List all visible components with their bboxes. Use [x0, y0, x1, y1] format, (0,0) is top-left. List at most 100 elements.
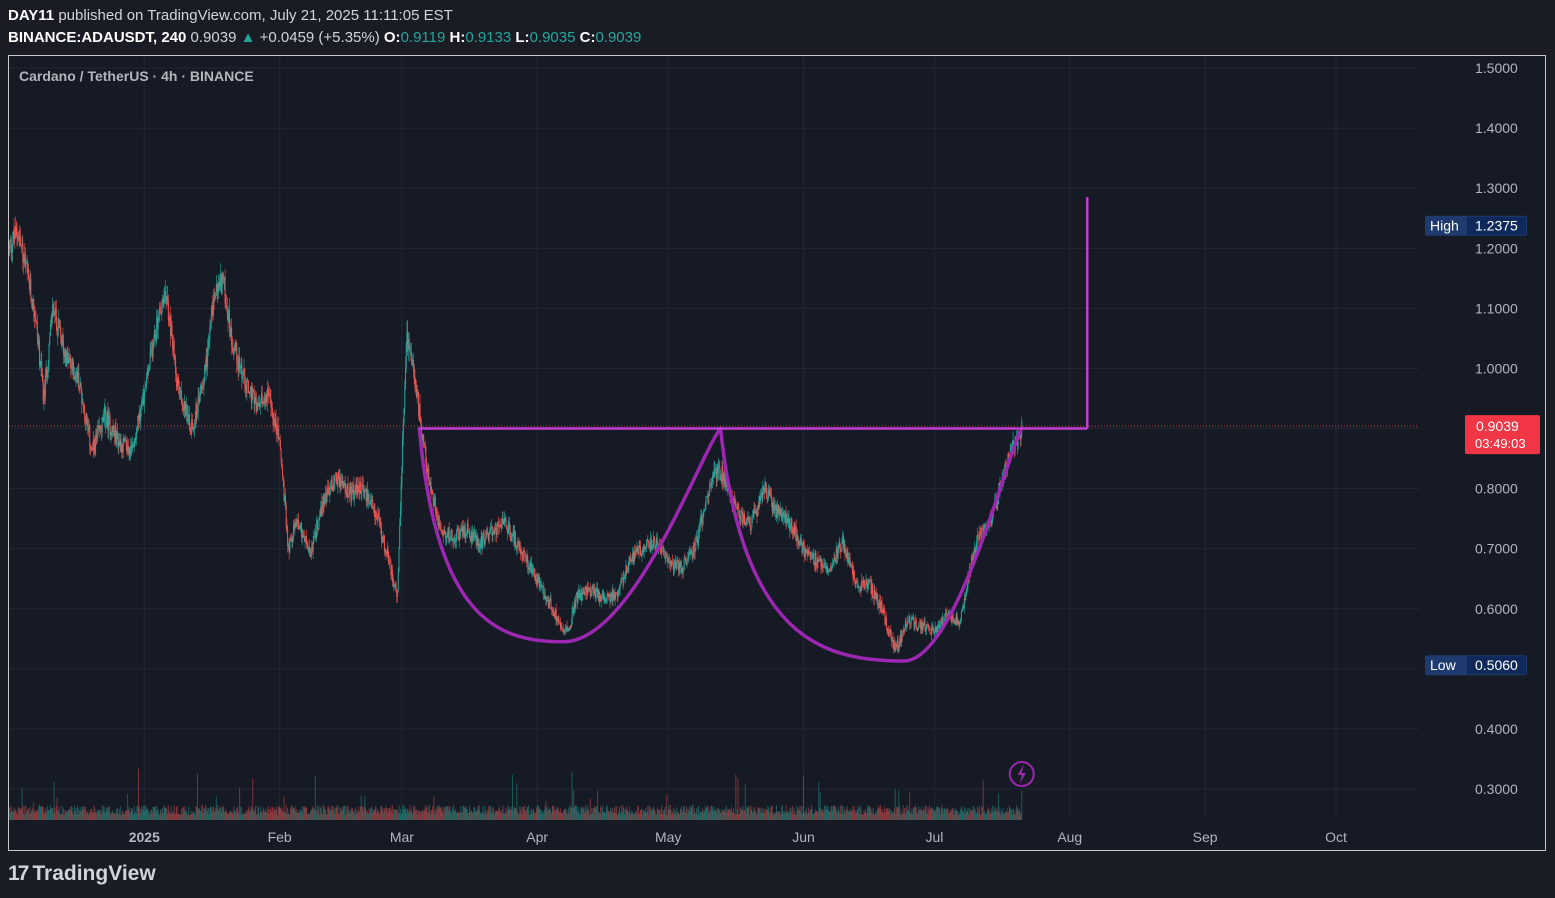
candle-body	[735, 502, 737, 508]
candle-body	[83, 405, 85, 407]
candle-body	[219, 282, 221, 288]
candle-body	[410, 351, 412, 360]
candle-body	[914, 623, 916, 628]
candle-body	[818, 560, 820, 562]
candle-body	[72, 358, 74, 371]
candle-body	[209, 327, 211, 342]
candle-body	[802, 546, 804, 554]
candle-body	[196, 413, 198, 415]
candle-body	[915, 619, 917, 628]
candle-body	[442, 534, 444, 536]
candle-body	[361, 484, 363, 494]
candle-body	[514, 531, 516, 547]
candle-body	[360, 493, 362, 495]
candle-body	[652, 547, 654, 548]
candle-body	[292, 539, 294, 542]
candle-body	[408, 338, 410, 349]
candle-body	[902, 631, 904, 637]
symbol-name[interactable]: BINANCE:ADAUSDT, 240	[8, 29, 186, 46]
candle-body	[262, 401, 264, 404]
candle-body	[682, 570, 684, 572]
candle-body	[294, 522, 296, 529]
candle-body	[210, 314, 212, 327]
candle-body	[314, 536, 316, 537]
candle-body	[925, 629, 927, 631]
x-tick-label: 2025	[129, 829, 160, 845]
candle-body	[890, 629, 892, 637]
candle-body	[704, 509, 706, 511]
candle-body	[623, 577, 625, 583]
candle-body	[557, 616, 559, 620]
candle-body	[774, 503, 776, 509]
candle-body	[529, 567, 531, 570]
candle-body	[100, 425, 102, 430]
candle-body	[93, 439, 95, 448]
candle-body	[239, 357, 241, 369]
volume-bar	[1021, 790, 1023, 820]
candle-body	[373, 506, 375, 510]
candle-body	[247, 380, 249, 393]
candle-body	[641, 551, 643, 557]
tradingview-logo[interactable]: 17 TradingView	[8, 862, 156, 886]
candle-body	[385, 550, 387, 554]
candle-body	[674, 559, 676, 566]
chart-frame[interactable]: 1.5000 1.4000 1.3000 1.2000 1.1000 1.0000 0.90…	[8, 55, 1546, 851]
open-label: O:	[383, 29, 401, 46]
candle-body	[402, 437, 404, 467]
candle-body	[961, 609, 963, 612]
candle-body	[116, 430, 118, 438]
candle-body	[60, 327, 62, 336]
candle-body	[306, 543, 308, 546]
candle-body	[717, 467, 719, 474]
candle-body	[36, 320, 38, 323]
candle-body	[44, 376, 46, 397]
candle-body	[450, 538, 452, 541]
candle-body	[571, 612, 573, 624]
candle-body	[69, 357, 71, 364]
candle-body	[784, 515, 786, 519]
candle-body	[894, 646, 896, 651]
candle-body	[960, 619, 962, 621]
author-name[interactable]: DAY11	[8, 7, 54, 24]
x-tick-label: Aug	[1057, 829, 1082, 845]
candle-body	[517, 544, 519, 548]
candle-body	[832, 564, 834, 567]
candle-body	[797, 534, 799, 542]
candle-body	[57, 328, 59, 335]
candle-body	[813, 553, 815, 565]
candle-body	[236, 342, 238, 363]
candles-group	[9, 216, 1023, 654]
candle-body	[247, 379, 249, 381]
candle-body	[501, 523, 503, 528]
candle-body	[494, 530, 496, 534]
y-tick-label: 1.4000	[1475, 120, 1518, 136]
candle-body	[310, 553, 312, 557]
candle-body	[86, 413, 88, 419]
candle-body	[216, 284, 218, 292]
candle-body	[458, 534, 460, 541]
candle-body	[144, 387, 146, 390]
change-arrow-icon: ▲	[240, 29, 256, 46]
candle-body	[907, 621, 909, 625]
last-price: 0.9039	[190, 29, 237, 46]
candle-body	[901, 635, 903, 643]
candle-body	[844, 544, 846, 554]
candle-body	[683, 558, 685, 571]
candle-body	[260, 403, 262, 407]
y-tick-label: 1.2000	[1475, 240, 1518, 256]
candle-body	[70, 363, 72, 368]
price-chart[interactable]: 1.5000 1.4000 1.3000 1.2000 1.1000 1.0000 0.90…	[9, 56, 1546, 851]
symbol-info: BINANCE:ADAUSDT, 240 0.9039 ▲ +0.0459 (+…	[8, 29, 641, 46]
candle-body	[354, 494, 356, 499]
candle-body	[600, 597, 602, 602]
candle-body	[661, 546, 663, 553]
candle-body	[792, 528, 794, 534]
x-tick-label: Sep	[1193, 829, 1218, 845]
candle-body	[523, 550, 525, 551]
candle-body	[34, 316, 36, 319]
candle-body	[958, 624, 960, 626]
candle-body	[509, 529, 511, 537]
candle-body	[324, 497, 326, 505]
candle-body	[640, 546, 642, 555]
candle-body	[359, 481, 361, 495]
